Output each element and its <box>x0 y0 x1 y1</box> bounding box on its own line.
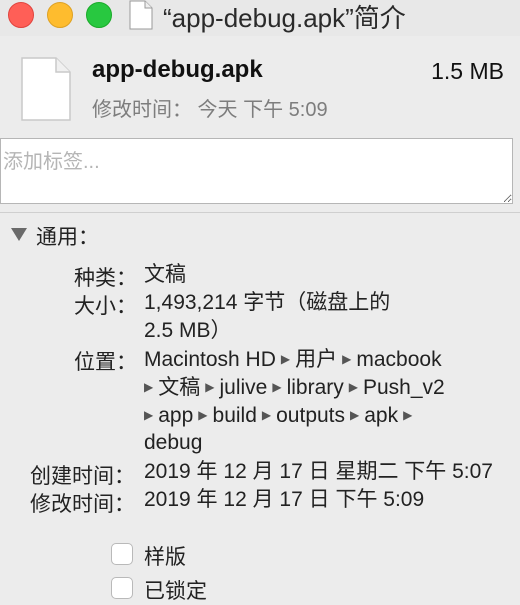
location-label: 位置： <box>74 351 137 374</box>
modified-value: 2019 年 12 月 17 日 下午 5:09 <box>144 488 425 511</box>
path-segment[interactable]: build <box>213 404 257 427</box>
minimize-button[interactable] <box>47 2 73 28</box>
path-arrow-icon: ▶ <box>261 408 272 422</box>
size-value-line2: 2.5 MB） <box>144 319 232 342</box>
path-arrow-icon: ▶ <box>350 408 360 422</box>
path-segment[interactable]: debug <box>144 431 202 454</box>
path-arrow-icon: ▶ <box>342 352 352 366</box>
tags-input[interactable] <box>0 138 513 204</box>
kind-label: 种类： <box>74 267 137 290</box>
modified-label: 修改时间： <box>30 493 135 516</box>
path-arrow-icon: ▶ <box>198 408 208 422</box>
file-name: app-debug.apk <box>92 56 263 83</box>
kind-value: 文稿 <box>144 263 186 286</box>
location-path-line2: ▶ 文稿 ▶ julive ▶ library ▶ Push_v2 <box>144 373 445 402</box>
path-arrow-icon: ▶ <box>348 380 358 394</box>
locked-checkbox[interactable] <box>111 577 133 599</box>
stationery-checkbox[interactable] <box>111 543 133 565</box>
file-document-icon[interactable] <box>20 56 72 122</box>
section-title-general[interactable]: 通用： <box>36 221 99 251</box>
path-arrow-icon: ▶ <box>144 380 154 394</box>
location-path-line4: debug <box>144 429 202 457</box>
zoom-button[interactable] <box>86 2 112 28</box>
path-segment[interactable]: 用户 <box>295 348 337 371</box>
path-arrow-icon: ▶ <box>205 380 215 394</box>
created-label: 创建时间： <box>30 465 135 488</box>
location-path-line1: Macintosh HD ▶ 用户 ▶ macbook <box>144 345 442 374</box>
size-label: 大小： <box>74 295 137 318</box>
document-icon[interactable] <box>129 0 153 30</box>
divider <box>0 212 520 213</box>
path-arrow-icon: ▶ <box>144 408 154 422</box>
path-segment[interactable]: Macintosh HD <box>144 348 276 371</box>
path-segment[interactable]: apk <box>364 404 398 427</box>
path-segment[interactable]: outputs <box>276 404 345 427</box>
path-segment[interactable]: julive <box>219 376 267 399</box>
window-title: “app-debug.apk”简介 <box>163 3 406 33</box>
file-size: 1.5 MB <box>431 58 504 84</box>
modified-time: 修改时间： 今天 下午 5:09 <box>92 99 328 121</box>
path-arrow-icon: ▶ <box>272 380 282 394</box>
title-bar: “app-debug.apk”简介 <box>0 0 520 36</box>
path-segment[interactable]: Push_v2 <box>363 376 445 399</box>
size-value-line1: 1,493,214 字节（磁盘上的 <box>144 291 391 314</box>
path-segment[interactable]: macbook <box>356 348 441 371</box>
path-arrow-icon: ▶ <box>280 352 291 366</box>
stationery-label[interactable]: 样版 <box>144 541 186 571</box>
location-path-line3: ▶ app ▶ build ▶ outputs ▶ apk ▶ <box>144 401 417 430</box>
locked-label[interactable]: 已锁定 <box>144 575 207 605</box>
created-value: 2019 年 12 月 17 日 星期二 下午 5:07 <box>144 460 493 483</box>
disclosure-triangle-icon[interactable] <box>10 226 28 242</box>
path-segment[interactable]: app <box>158 404 193 427</box>
close-button[interactable] <box>8 2 34 28</box>
path-segment[interactable]: library <box>287 376 344 399</box>
path-arrow-icon: ▶ <box>403 408 413 422</box>
path-segment[interactable]: 文稿 <box>158 376 200 399</box>
